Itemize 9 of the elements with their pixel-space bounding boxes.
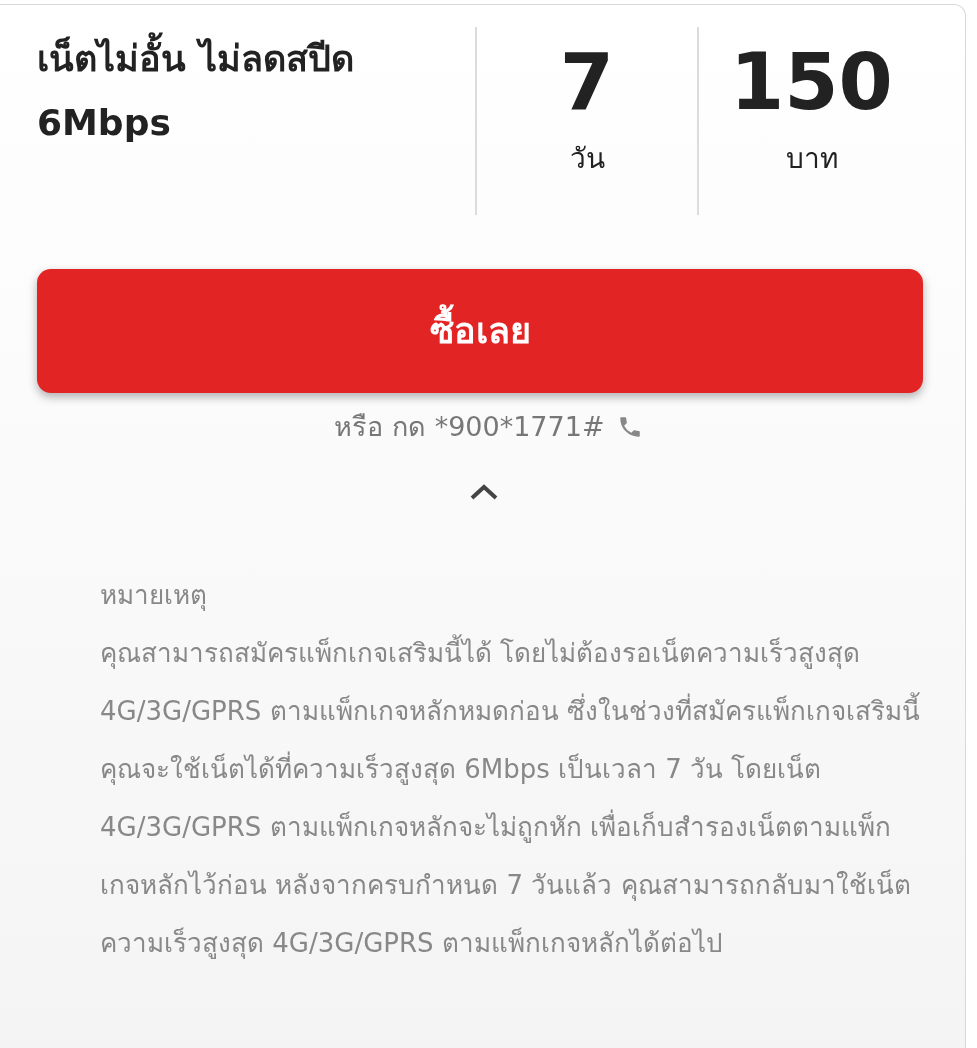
buy-button[interactable]: ซื้อเลย xyxy=(37,269,923,393)
note-heading: หมายเหตุ xyxy=(100,578,208,613)
stat-value: 150 xyxy=(730,36,893,129)
package-title: เน็ตไม่อั้น ไม่ลดสปีด 6Mbps xyxy=(37,27,459,155)
note-text: คุณสามารถสมัครแพ็กเกจเสริมนี้ได้ โดยไม่ต้องรอเน็ตความเร็วสูงสุด 4G/3G/GPRS ตามแพ็กเกจหลักหมดก่อน ซึ่งในช่วงที่สมัครแพ็กเกจเสริมนี้ คุณจะใช้เน็ตได้ที่ความเร็วสูงสุด 6Mbps เป็นเวลา 7 วัน โดยเน็ต 4G/3G/GPRS ตามแพ็กเกจหลักจะไม่ถูกหัก เพื่อเก็บสำรองเน็ตตามแพ็กเกจหลักไว้ก่อน หลังจากครบกำหนด 7 วันแล้ว คุณสามารถกลับมาใช้เน็ตความเร็วสูงสุด 4G/3G/GPRS ตามแพ็กเกจหลักได้ต่อไป xyxy=(100,623,925,972)
stat-unit: วัน xyxy=(569,141,605,177)
stat-unit: บาท xyxy=(785,141,838,177)
stat-value: 7 xyxy=(559,36,615,129)
dial-code-hint: หรือ กด *900*1771# xyxy=(334,410,605,444)
